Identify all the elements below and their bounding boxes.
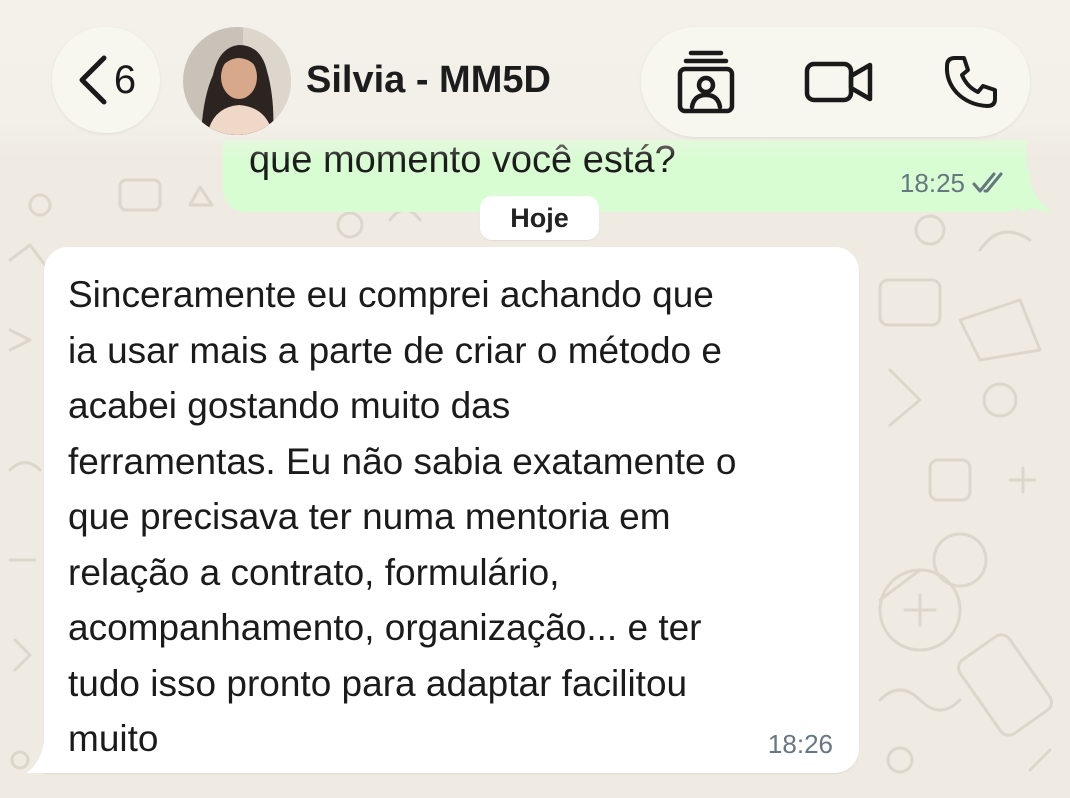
contact-card-icon bbox=[677, 50, 735, 114]
outgoing-message-meta: 18:25 bbox=[900, 168, 1009, 198]
video-camera-icon bbox=[804, 61, 873, 103]
incoming-bubble-tail bbox=[26, 742, 44, 773]
call-actions-group bbox=[641, 27, 1030, 137]
outgoing-bubble-tail bbox=[1020, 170, 1052, 212]
contact-name[interactable]: Silvia - MM5D bbox=[306, 58, 551, 102]
incoming-message-time: 18:26 bbox=[767, 729, 833, 759]
voice-call-button[interactable] bbox=[931, 27, 1011, 137]
chevron-left-icon bbox=[79, 55, 107, 105]
unread-count: 6 bbox=[113, 58, 137, 102]
avatar-photo bbox=[183, 27, 291, 135]
outgoing-message-time: 18:25 bbox=[899, 168, 965, 198]
day-separator: Hoje bbox=[480, 196, 599, 240]
video-call-button[interactable] bbox=[799, 27, 879, 137]
phone-icon bbox=[944, 56, 997, 108]
contact-card-button[interactable] bbox=[663, 27, 749, 137]
incoming-message-bubble[interactable]: Sinceramente eu comprei achando que ia u… bbox=[44, 247, 859, 773]
contact-avatar[interactable] bbox=[183, 27, 291, 135]
back-button[interactable]: 6 bbox=[52, 27, 160, 133]
read-receipt-icon bbox=[972, 172, 1003, 193]
incoming-message-text: Sinceramente eu comprei achando que ia u… bbox=[68, 274, 737, 759]
